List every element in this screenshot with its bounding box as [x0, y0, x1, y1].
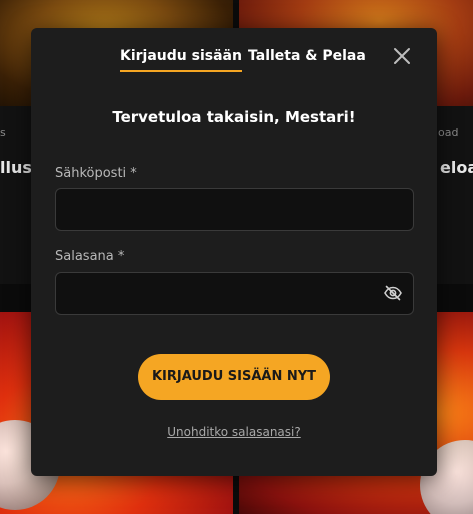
email-label: Sähköposti * [55, 166, 137, 181]
password-label: Salasana * [55, 249, 125, 264]
modal-tabs: Kirjaudu sisään Talleta & Pelaa [31, 28, 437, 84]
tab-login[interactable]: Kirjaudu sisään [120, 48, 242, 72]
login-modal: Kirjaudu sisään Talleta & Pelaa Tervetul… [31, 28, 437, 476]
close-icon[interactable] [392, 46, 412, 66]
game-caption: oad [438, 126, 459, 139]
email-field[interactable] [55, 188, 414, 231]
password-field[interactable] [55, 272, 414, 315]
welcome-heading: Tervetuloa takaisin, Mestari! [112, 108, 356, 126]
eye-off-icon[interactable] [383, 283, 403, 303]
game-title: eloa [440, 158, 473, 177]
forgot-password-link[interactable]: Unohditko salasanasi? [31, 425, 437, 439]
game-caption: s [0, 126, 6, 139]
login-submit-button[interactable]: KIRJAUDU SISÄÄN NYT [138, 354, 330, 400]
tab-deposit-and-play[interactable]: Talleta & Pelaa [248, 48, 366, 70]
